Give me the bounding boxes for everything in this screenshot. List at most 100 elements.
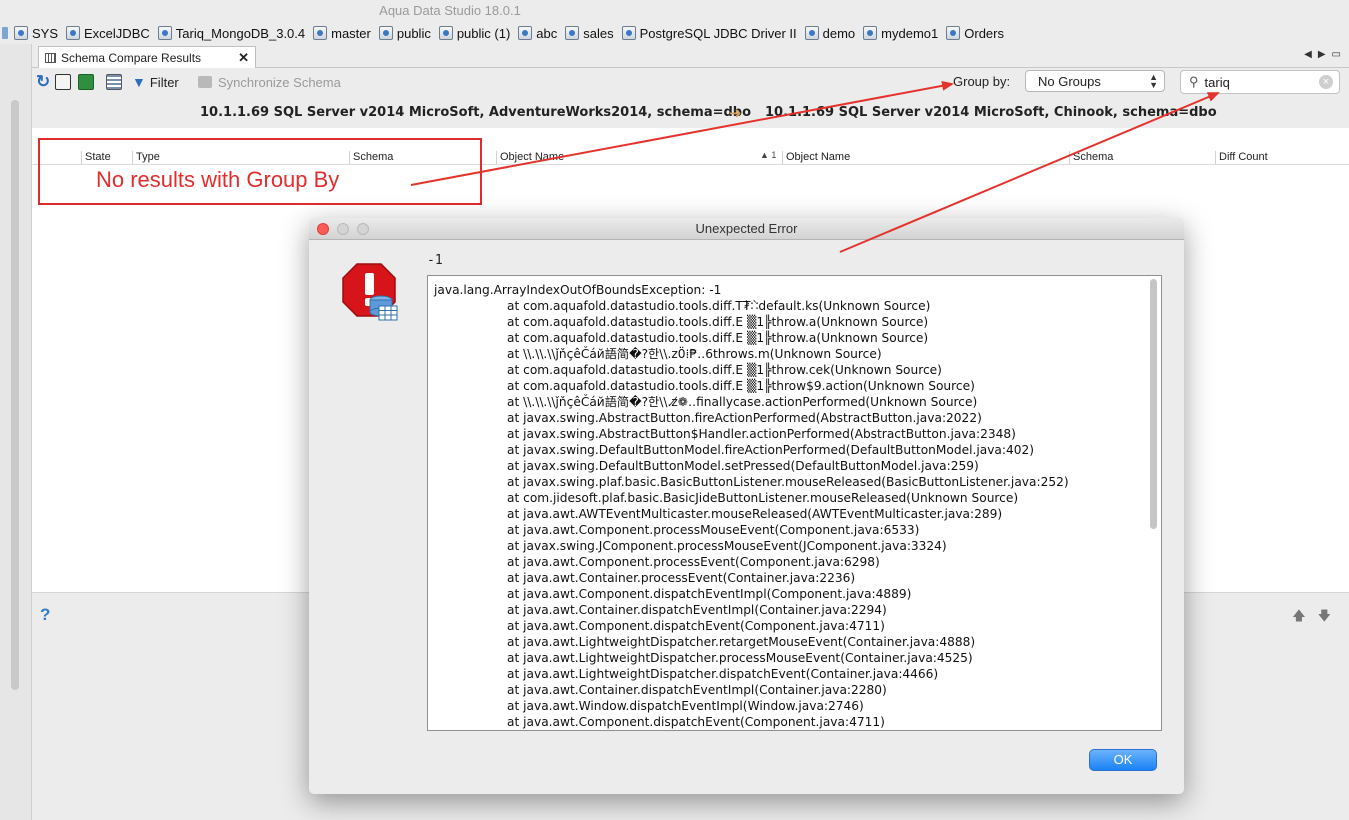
bookmark-item[interactable]: demo [804,26,855,41]
bookmark-label: Tariq_MongoDB_3.0.4 [175,25,306,41]
tab-schema-compare-results[interactable]: Schema Compare Results ✕ [38,46,256,68]
filter-label: Filter [149,74,179,90]
database-connection-icon [378,26,393,40]
error-stop-database-icon [342,263,398,321]
sidebar-scrollbar[interactable] [11,100,19,690]
stack-trace-line: at com.aquafold.datastudio.tools.diff.E … [507,363,942,377]
bookmark-label: public (1) [456,25,511,41]
group-by-label: Group by: [953,74,1011,89]
excel-icon [78,74,94,90]
dialog-close-button[interactable] [317,223,329,235]
synchronize-schema-button[interactable]: Synchronize Schema [198,72,341,92]
stack-trace-line: at com.aquafold.datastudio.tools.diff.T₮… [507,299,931,313]
bookmark-item[interactable]: abc [518,26,557,41]
group-by-value: No Groups [1038,73,1101,89]
database-connection-icon [313,26,328,40]
stack-trace-line: at java.awt.LightweightDispatcher.dispat… [507,667,939,681]
database-connection-icon [518,26,533,40]
bookmark-item[interactable]: public (1) [438,25,511,41]
previous-diff-icon[interactable]: 🡅 [1292,607,1305,629]
dialog-zoom-button[interactable] [357,223,369,235]
database-connection-icon [565,26,580,40]
refresh-button[interactable]: ↻ [36,72,50,92]
source-connection: 10.1.1.69 SQL Server v2014 MicroSoft, Ad… [200,105,752,120]
column-header-diff-count[interactable]: Diff Count [1215,151,1268,165]
bookmark-item[interactable]: Orders [946,26,1004,41]
stack-trace-line: at java.awt.Component.dispatchEventImpl(… [507,587,912,601]
bookmark-label: mydemo1 [881,25,939,41]
dialog-title-bar: Unexpected Error [309,218,1184,240]
bookmark-item[interactable]: SYS [14,26,58,41]
help-icon[interactable]: ? [40,605,50,625]
stack-trace-line: at java.awt.Container.dispatchEventImpl(… [507,603,887,617]
bookmark-label: sales [583,25,614,41]
stack-trace-line: at java.awt.Container.dispatchEventImpl(… [507,683,887,697]
sort-ascending-icon: ▲ 1 [760,150,777,160]
stack-trace-line: at java.awt.AWTEventMulticaster.mouseRel… [507,507,1003,521]
bookmark-item[interactable]: sales [565,25,614,41]
tab-navigation: ◀ ▶ ▭ [1304,49,1341,60]
chevron-up-down-icon: ▲ ▼ [1149,72,1158,90]
bookmark-item[interactable]: Tariq_MongoDB_3.0.4 [157,25,306,41]
database-connection-icon [157,26,172,40]
synchronize-label: Synchronize Schema [218,74,341,90]
table-columns-icon [106,74,122,90]
column-header-object-name-target[interactable]: Object Name [782,151,850,165]
stack-trace-line: at java.awt.Window.dispatchEventImpl(Win… [507,699,864,713]
stack-trace-line: at \\.\\.\\ǰňçêČáй語简�?한\\.z̸❁‥finallycas… [507,395,978,409]
database-connection-icon [863,26,878,40]
filter-button[interactable]: ▼ Filter [132,72,179,92]
next-diff-icon[interactable]: 🡇 [1318,607,1331,629]
export-button[interactable] [55,72,71,92]
bookmark-item[interactable]: public [378,26,431,41]
stack-trace-line: at com.aquafold.datastudio.tools.diff.E … [507,379,975,393]
trace-scrollbar[interactable] [1150,279,1157,529]
annotation-text: No results with Group By [96,167,340,192]
tab-list-icon[interactable]: ▭ [1332,49,1341,60]
bookmark-overflow-icon [2,27,8,39]
annotation-box: No results with Group By [38,138,482,205]
synchronize-icon [198,76,212,88]
refresh-icon: ↻ [36,72,51,91]
bookmark-item[interactable]: ExcelJDBC [66,26,150,41]
stack-trace-line: at javax.swing.DefaultButtonModel.setPre… [507,459,979,473]
close-tab-button[interactable]: ✕ [238,50,249,66]
search-input[interactable]: ⚲ tariq × [1180,70,1340,94]
column-header-schema-target[interactable]: Schema [1069,151,1113,165]
tab-prev-icon[interactable]: ◀ [1304,49,1312,60]
search-value: tariq [1204,74,1230,90]
export-icon [55,74,71,90]
bookmark-item[interactable]: PostgreSQL JDBC Driver II [621,26,797,41]
compare-connections-row: 10.1.1.69 SQL Server v2014 MicroSoft, Ad… [32,96,1349,128]
excel-export-button[interactable] [78,72,94,92]
target-connection: 10.1.1.69 SQL Server v2014 MicroSoft, Ch… [765,105,1217,120]
stack-trace-line: at javax.swing.AbstractButton$Handler.ac… [507,427,1016,441]
column-header-object-name[interactable]: Object Name [496,151,782,165]
group-by-select[interactable]: No Groups ▲ ▼ [1025,70,1165,92]
columns-button[interactable] [106,72,122,92]
unexpected-error-dialog: Unexpected Error -1 java.lang.ArrayIndex… [309,218,1184,794]
bookmark-label: abc [536,25,558,41]
stack-trace-line: at javax.swing.plaf.basic.BasicButtonLis… [507,475,1069,489]
clear-search-icon[interactable]: × [1319,75,1333,89]
database-connection-icon [438,26,453,40]
bookmark-item[interactable]: mydemo1 [863,26,938,41]
ok-button[interactable]: OK [1089,749,1157,771]
stack-trace-line: at com.aquafold.datastudio.tools.diff.E … [507,331,929,345]
dialog-minimize-button[interactable] [337,223,349,235]
stack-trace-line: at com.jidesoft.plaf.basic.BasicJideButt… [507,491,1019,505]
app-title: Aqua Data Studio 18.0.1 [379,3,521,18]
stack-trace-line: at \\.\\.\\ǰňçêČáй語简�?한\\.z0̈⁞₱‥6throws.… [507,347,882,361]
database-connection-icon [66,26,81,40]
compare-arrow-icon: ➜ [729,104,742,122]
tab-next-icon[interactable]: ▶ [1318,49,1326,60]
stack-trace-line: at com.aquafold.datastudio.tools.diff.E … [507,315,929,329]
left-sidebar [0,44,32,820]
stack-trace-textarea[interactable]: java.lang.ArrayIndexOutOfBoundsException… [427,275,1162,731]
tab-label: Schema Compare Results [61,50,202,65]
stack-trace-line: at java.awt.LightweightDispatcher.retarg… [507,635,976,649]
database-connection-icon [946,26,961,40]
bookmark-item[interactable]: master [313,26,371,41]
error-code: -1 [427,253,443,268]
database-connection-icon [804,26,819,40]
